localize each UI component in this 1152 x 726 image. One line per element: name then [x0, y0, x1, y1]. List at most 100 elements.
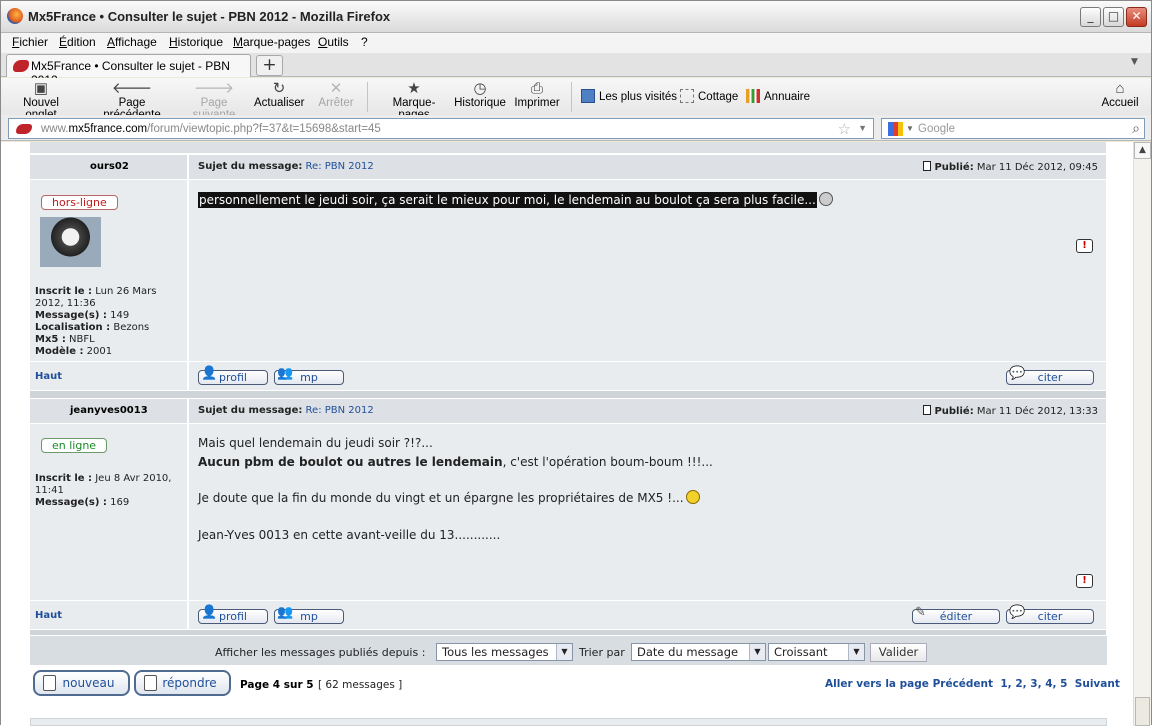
- next-page-link[interactable]: Suivant: [1075, 678, 1120, 690]
- print-button[interactable]: ⎙ Imprimer: [514, 80, 560, 109]
- stop-button[interactable]: ✕ Arrêter: [315, 80, 357, 109]
- address-bar[interactable]: www.mx5france.com/forum/viewtopic.php?f=…: [8, 118, 874, 139]
- speech-bubble-icon: 💬: [1009, 605, 1026, 620]
- history-label: Historique: [454, 97, 506, 109]
- report-button[interactable]: !: [1076, 239, 1093, 253]
- close-button[interactable]: ✕: [1126, 7, 1147, 27]
- menu-edition[interactable]: Édition: [59, 35, 96, 49]
- post-line: Jean-Yves 0013 en cette avant-veille du …: [198, 527, 501, 542]
- submit-filter-button[interactable]: Valider: [870, 643, 927, 662]
- pm-button[interactable]: 👥 mp: [274, 367, 344, 385]
- quote-button[interactable]: 💬 citer: [1006, 605, 1094, 624]
- profile-button[interactable]: 👤 profil: [198, 367, 268, 385]
- time-filter-select[interactable]: Tous les messages ▼: [436, 643, 573, 661]
- previous-page-link[interactable]: Précédent: [933, 678, 993, 690]
- new-topic-label: nouveau: [62, 676, 115, 690]
- menu-help[interactable]: ?: [361, 35, 368, 49]
- back-to-top-link[interactable]: Haut: [35, 371, 62, 382]
- info-key: Message(s) :: [35, 310, 107, 321]
- print-label: Imprimer: [514, 97, 560, 109]
- sort-key-select[interactable]: Date du message ▼: [631, 643, 766, 661]
- vertical-scrollbar[interactable]: ▲: [1133, 142, 1151, 726]
- post-author[interactable]: ours02: [90, 161, 129, 172]
- reload-button[interactable]: ↻ Actualiser: [254, 80, 305, 109]
- post-author[interactable]: jeanyves0013: [70, 405, 148, 416]
- bookmark-cottage[interactable]: Cottage: [680, 89, 738, 103]
- goto-page-link[interactable]: Aller vers la page: [825, 678, 929, 690]
- new-topic-button[interactable]: nouveau: [33, 670, 130, 696]
- maximize-button[interactable]: □: [1103, 7, 1124, 27]
- post-message: Mais quel lendemain du jeudi soir ?!?...…: [198, 434, 713, 544]
- post-icon[interactable]: [923, 161, 932, 171]
- most-visited-icon: [581, 89, 595, 103]
- pm-button[interactable]: 👥 mp: [274, 606, 344, 624]
- info-value: Bezons: [113, 322, 150, 333]
- menu-historique[interactable]: Historique: [169, 35, 223, 49]
- forward-arrow-icon: 🡒: [193, 80, 235, 97]
- pagination: Aller vers la page Précédent 1, 2, 3, 4,…: [825, 678, 1120, 690]
- bookmark-annuaire[interactable]: Annuaire: [746, 89, 810, 103]
- report-button[interactable]: !: [1076, 574, 1093, 588]
- profile-info: Inscrit le : Lun 26 Mars 2012, 11:36 Mes…: [35, 286, 187, 358]
- browser-window: Mx5France • Consulter le sujet - PBN 201…: [0, 0, 1152, 726]
- post-date: Publié: Mar 11 Déc 2012, 13:33: [923, 405, 1098, 417]
- menu-outils[interactable]: Outils: [318, 35, 349, 49]
- tab-bar: Mx5France • Consulter le sujet - PBN 201…: [1, 53, 1151, 87]
- page-indicator: Page 4 sur 5: [240, 679, 314, 691]
- published-label: Publié:: [934, 162, 974, 173]
- post-separator: [30, 391, 1107, 398]
- info-key: Localisation :: [35, 322, 111, 333]
- author-profile: en ligne Inscrit le : Jeu 8 Avr 2010, 11…: [30, 424, 188, 600]
- post-line: Mais quel lendemain du jeudi soir ?!?...: [198, 436, 433, 450]
- smile-smiley-icon: [685, 490, 700, 504]
- url-dropdown-icon[interactable]: ▼: [858, 123, 867, 133]
- google-icon[interactable]: [888, 122, 903, 136]
- tab-list-icon[interactable]: ▼: [1131, 57, 1138, 67]
- search-box[interactable]: ▼ Google ⌕: [881, 118, 1145, 139]
- info-key: Mx5 :: [35, 334, 66, 345]
- subject-link[interactable]: Re: PBN 2012: [306, 405, 374, 416]
- bookmark-star-icon[interactable]: ☆: [838, 120, 851, 138]
- info-messages: Message(s) : 169: [35, 497, 187, 509]
- history-button[interactable]: ◷ Historique: [454, 80, 506, 109]
- reply-label: répondre: [162, 676, 217, 690]
- reply-button[interactable]: répondre: [134, 670, 231, 696]
- dropdown-arrow-icon: ▼: [848, 644, 864, 660]
- scroll-up-arrow-icon[interactable]: ▲: [1134, 142, 1151, 159]
- edit-button[interactable]: ✎ éditer: [912, 606, 1000, 624]
- info-model: Modèle : 2001: [35, 346, 187, 358]
- menu-marque-pages[interactable]: Marque-pages: [233, 35, 310, 49]
- info-joined: Inscrit le : Jeu 8 Avr 2010, 11:41: [35, 473, 187, 497]
- author-profile: hors-ligne Inscrit le : Lun 26 Mars 2012…: [30, 180, 188, 361]
- quote-button[interactable]: 💬 citer: [1006, 367, 1094, 385]
- post-icon[interactable]: [923, 405, 932, 415]
- home-button[interactable]: ⌂ Accueil: [1099, 80, 1141, 109]
- menu-fichier[interactable]: Fichier: [12, 35, 48, 49]
- page-number-links[interactable]: 1, 2, 3, 4, 5: [1000, 678, 1067, 690]
- tab-current[interactable]: Mx5France • Consulter le sujet - PBN 201…: [6, 54, 251, 87]
- new-tab-button[interactable]: +: [256, 55, 283, 76]
- search-icon[interactable]: ⌕: [1132, 120, 1140, 137]
- sort-direction-select[interactable]: Croissant ▼: [768, 643, 865, 661]
- annuaire-icon: [746, 89, 760, 103]
- info-key: Inscrit le :: [35, 286, 93, 297]
- published-label: Publié:: [934, 406, 974, 417]
- post-line: Aucun pbm de boulot ou autres le lendema…: [198, 453, 713, 472]
- pm-label: mp: [300, 371, 318, 384]
- site-favicon: [16, 124, 32, 134]
- bookmark-label: Les plus visités: [599, 91, 677, 103]
- post-header: Sujet du message: Re: PBN 2012 Publié: M…: [189, 399, 1107, 423]
- scroll-thumb[interactable]: [1135, 697, 1150, 726]
- post-separator: [30, 630, 1107, 635]
- minimize-button[interactable]: _: [1080, 7, 1101, 27]
- message-count: [ 62 messages ]: [318, 679, 403, 691]
- bookmark-most-visited[interactable]: Les plus visités: [581, 89, 677, 103]
- menu-affichage[interactable]: Affichage: [107, 35, 157, 49]
- engine-dropdown-icon[interactable]: ▼: [906, 124, 914, 133]
- subject-link[interactable]: Re: PBN 2012: [306, 161, 374, 172]
- back-to-top-link[interactable]: Haut: [35, 610, 62, 621]
- profile-button[interactable]: 👤 profil: [198, 606, 268, 624]
- info-value: NBFL: [69, 334, 95, 345]
